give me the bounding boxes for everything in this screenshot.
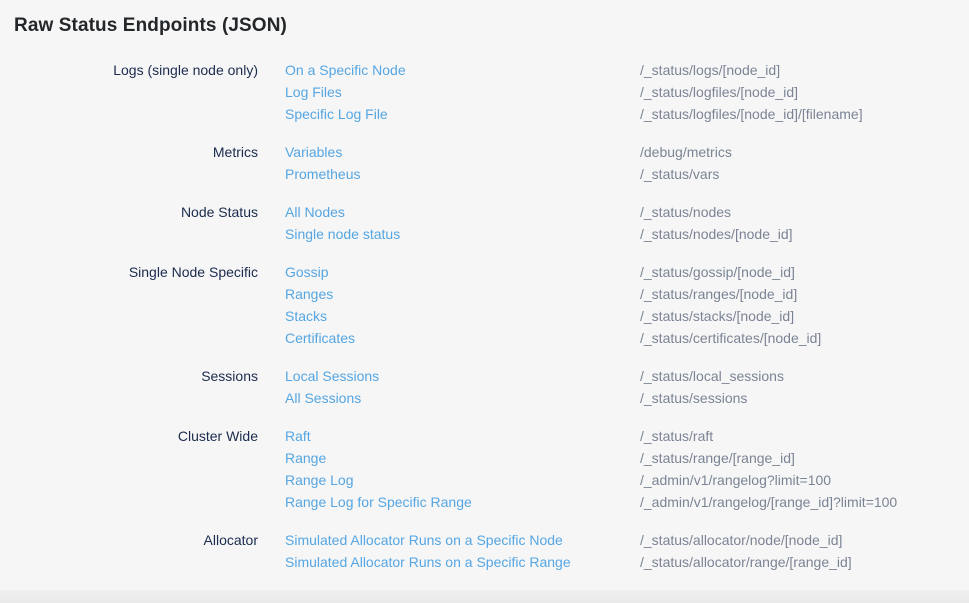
endpoint-path: /_admin/v1/rangelog/[range_id]?limit=100 <box>640 491 969 513</box>
endpoint-section: AllocatorSimulated Allocator Runs on a S… <box>0 529 969 573</box>
endpoint-path: /_status/gossip/[node_id] <box>640 261 969 283</box>
endpoint-link[interactable]: Stacks <box>285 305 640 327</box>
endpoint-row: Simulated Allocator Runs on a Specific N… <box>285 529 969 551</box>
endpoint-section: SessionsLocal Sessions/_status/local_ses… <box>0 365 969 409</box>
endpoint-link[interactable]: Ranges <box>285 283 640 305</box>
endpoint-link[interactable]: Simulated Allocator Runs on a Specific R… <box>285 551 640 573</box>
endpoint-section: Single Node SpecificGossip/_status/gossi… <box>0 261 969 349</box>
endpoint-link[interactable]: Variables <box>285 141 640 163</box>
endpoint-link[interactable]: Single node status <box>285 223 640 245</box>
endpoint-row: Raft/_status/raft <box>285 425 969 447</box>
endpoint-row: Certificates/_status/certificates/[node_… <box>285 327 969 349</box>
endpoint-row: Range/_status/range/[range_id] <box>285 447 969 469</box>
endpoint-row: All Sessions/_status/sessions <box>285 387 969 409</box>
category-label: Cluster Wide <box>0 425 285 513</box>
endpoint-link[interactable]: On a Specific Node <box>285 59 640 81</box>
endpoint-row: On a Specific Node/_status/logs/[node_id… <box>285 59 969 81</box>
endpoint-path: /_admin/v1/rangelog?limit=100 <box>640 469 969 491</box>
endpoint-row: Ranges/_status/ranges/[node_id] <box>285 283 969 305</box>
endpoint-path: /_status/range/[range_id] <box>640 447 969 469</box>
endpoint-row: Single node status/_status/nodes/[node_i… <box>285 223 969 245</box>
endpoint-link[interactable]: Range Log for Specific Range <box>285 491 640 513</box>
section-rows: Gossip/_status/gossip/[node_id]Ranges/_s… <box>285 261 969 349</box>
endpoint-link[interactable]: Specific Log File <box>285 103 640 125</box>
endpoint-link[interactable]: Range <box>285 447 640 469</box>
section-rows: All Nodes/_status/nodesSingle node statu… <box>285 201 969 245</box>
endpoint-row: Specific Log File/_status/logfiles/[node… <box>285 103 969 125</box>
endpoint-path: /_status/logfiles/[node_id]/[filename] <box>640 103 969 125</box>
section-rows: Raft/_status/raftRange/_status/range/[ra… <box>285 425 969 513</box>
endpoint-path: /_status/sessions <box>640 387 969 409</box>
endpoint-row: Log Files/_status/logfiles/[node_id] <box>285 81 969 103</box>
page-title: Raw Status Endpoints (JSON) <box>0 0 969 39</box>
endpoint-row: Prometheus/_status/vars <box>285 163 969 185</box>
endpoint-row: Range Log/_admin/v1/rangelog?limit=100 <box>285 469 969 491</box>
endpoint-row: Gossip/_status/gossip/[node_id] <box>285 261 969 283</box>
endpoint-row: Simulated Allocator Runs on a Specific R… <box>285 551 969 573</box>
endpoint-link[interactable]: Prometheus <box>285 163 640 185</box>
endpoint-row: Variables/debug/metrics <box>285 141 969 163</box>
endpoint-path: /debug/metrics <box>640 141 969 163</box>
endpoint-link[interactable]: Log Files <box>285 81 640 103</box>
endpoint-section: Node StatusAll Nodes/_status/nodesSingle… <box>0 201 969 245</box>
category-label: Sessions <box>0 365 285 409</box>
endpoint-link[interactable]: All Nodes <box>285 201 640 223</box>
endpoint-row: Range Log for Specific Range/_admin/v1/r… <box>285 491 969 513</box>
endpoint-path: /_status/vars <box>640 163 969 185</box>
endpoint-link[interactable]: Certificates <box>285 327 640 349</box>
category-label: Metrics <box>0 141 285 185</box>
endpoint-path: /_status/logfiles/[node_id] <box>640 81 969 103</box>
category-label: Allocator <box>0 529 285 573</box>
section-rows: Local Sessions/_status/local_sessionsAll… <box>285 365 969 409</box>
endpoint-section: Logs (single node only)On a Specific Nod… <box>0 59 969 125</box>
endpoint-path: /_status/nodes/[node_id] <box>640 223 969 245</box>
footer-strip <box>0 590 969 603</box>
endpoint-path: /_status/raft <box>640 425 969 447</box>
endpoint-path: /_status/ranges/[node_id] <box>640 283 969 305</box>
endpoint-path: /_status/local_sessions <box>640 365 969 387</box>
endpoint-path: /_status/logs/[node_id] <box>640 59 969 81</box>
endpoint-path: /_status/allocator/node/[node_id] <box>640 529 969 551</box>
category-label: Logs (single node only) <box>0 59 285 125</box>
section-rows: Variables/debug/metricsPrometheus/_statu… <box>285 141 969 185</box>
endpoint-path: /_status/allocator/range/[range_id] <box>640 551 969 573</box>
endpoints-list: Logs (single node only)On a Specific Nod… <box>0 59 969 573</box>
endpoint-link[interactable]: Local Sessions <box>285 365 640 387</box>
endpoint-row: All Nodes/_status/nodes <box>285 201 969 223</box>
endpoint-path: /_status/certificates/[node_id] <box>640 327 969 349</box>
endpoint-row: Stacks/_status/stacks/[node_id] <box>285 305 969 327</box>
section-rows: On a Specific Node/_status/logs/[node_id… <box>285 59 969 125</box>
endpoint-path: /_status/stacks/[node_id] <box>640 305 969 327</box>
section-rows: Simulated Allocator Runs on a Specific N… <box>285 529 969 573</box>
endpoint-link[interactable]: Simulated Allocator Runs on a Specific N… <box>285 529 640 551</box>
endpoint-link[interactable]: Raft <box>285 425 640 447</box>
endpoint-section: MetricsVariables/debug/metricsPrometheus… <box>0 141 969 185</box>
endpoint-row: Local Sessions/_status/local_sessions <box>285 365 969 387</box>
category-label: Single Node Specific <box>0 261 285 349</box>
endpoint-link[interactable]: Range Log <box>285 469 640 491</box>
category-label: Node Status <box>0 201 285 245</box>
endpoint-section: Cluster WideRaft/_status/raftRange/_stat… <box>0 425 969 513</box>
endpoint-link[interactable]: Gossip <box>285 261 640 283</box>
endpoint-link[interactable]: All Sessions <box>285 387 640 409</box>
endpoint-path: /_status/nodes <box>640 201 969 223</box>
